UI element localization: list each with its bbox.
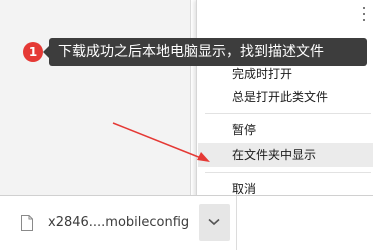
arrow-line bbox=[112, 122, 207, 161]
step-number-badge: 1 bbox=[23, 42, 43, 62]
arrow-head bbox=[197, 152, 210, 162]
instruction-callout: 下载成功之后本地电脑显示，找到描述文件 bbox=[49, 38, 367, 66]
